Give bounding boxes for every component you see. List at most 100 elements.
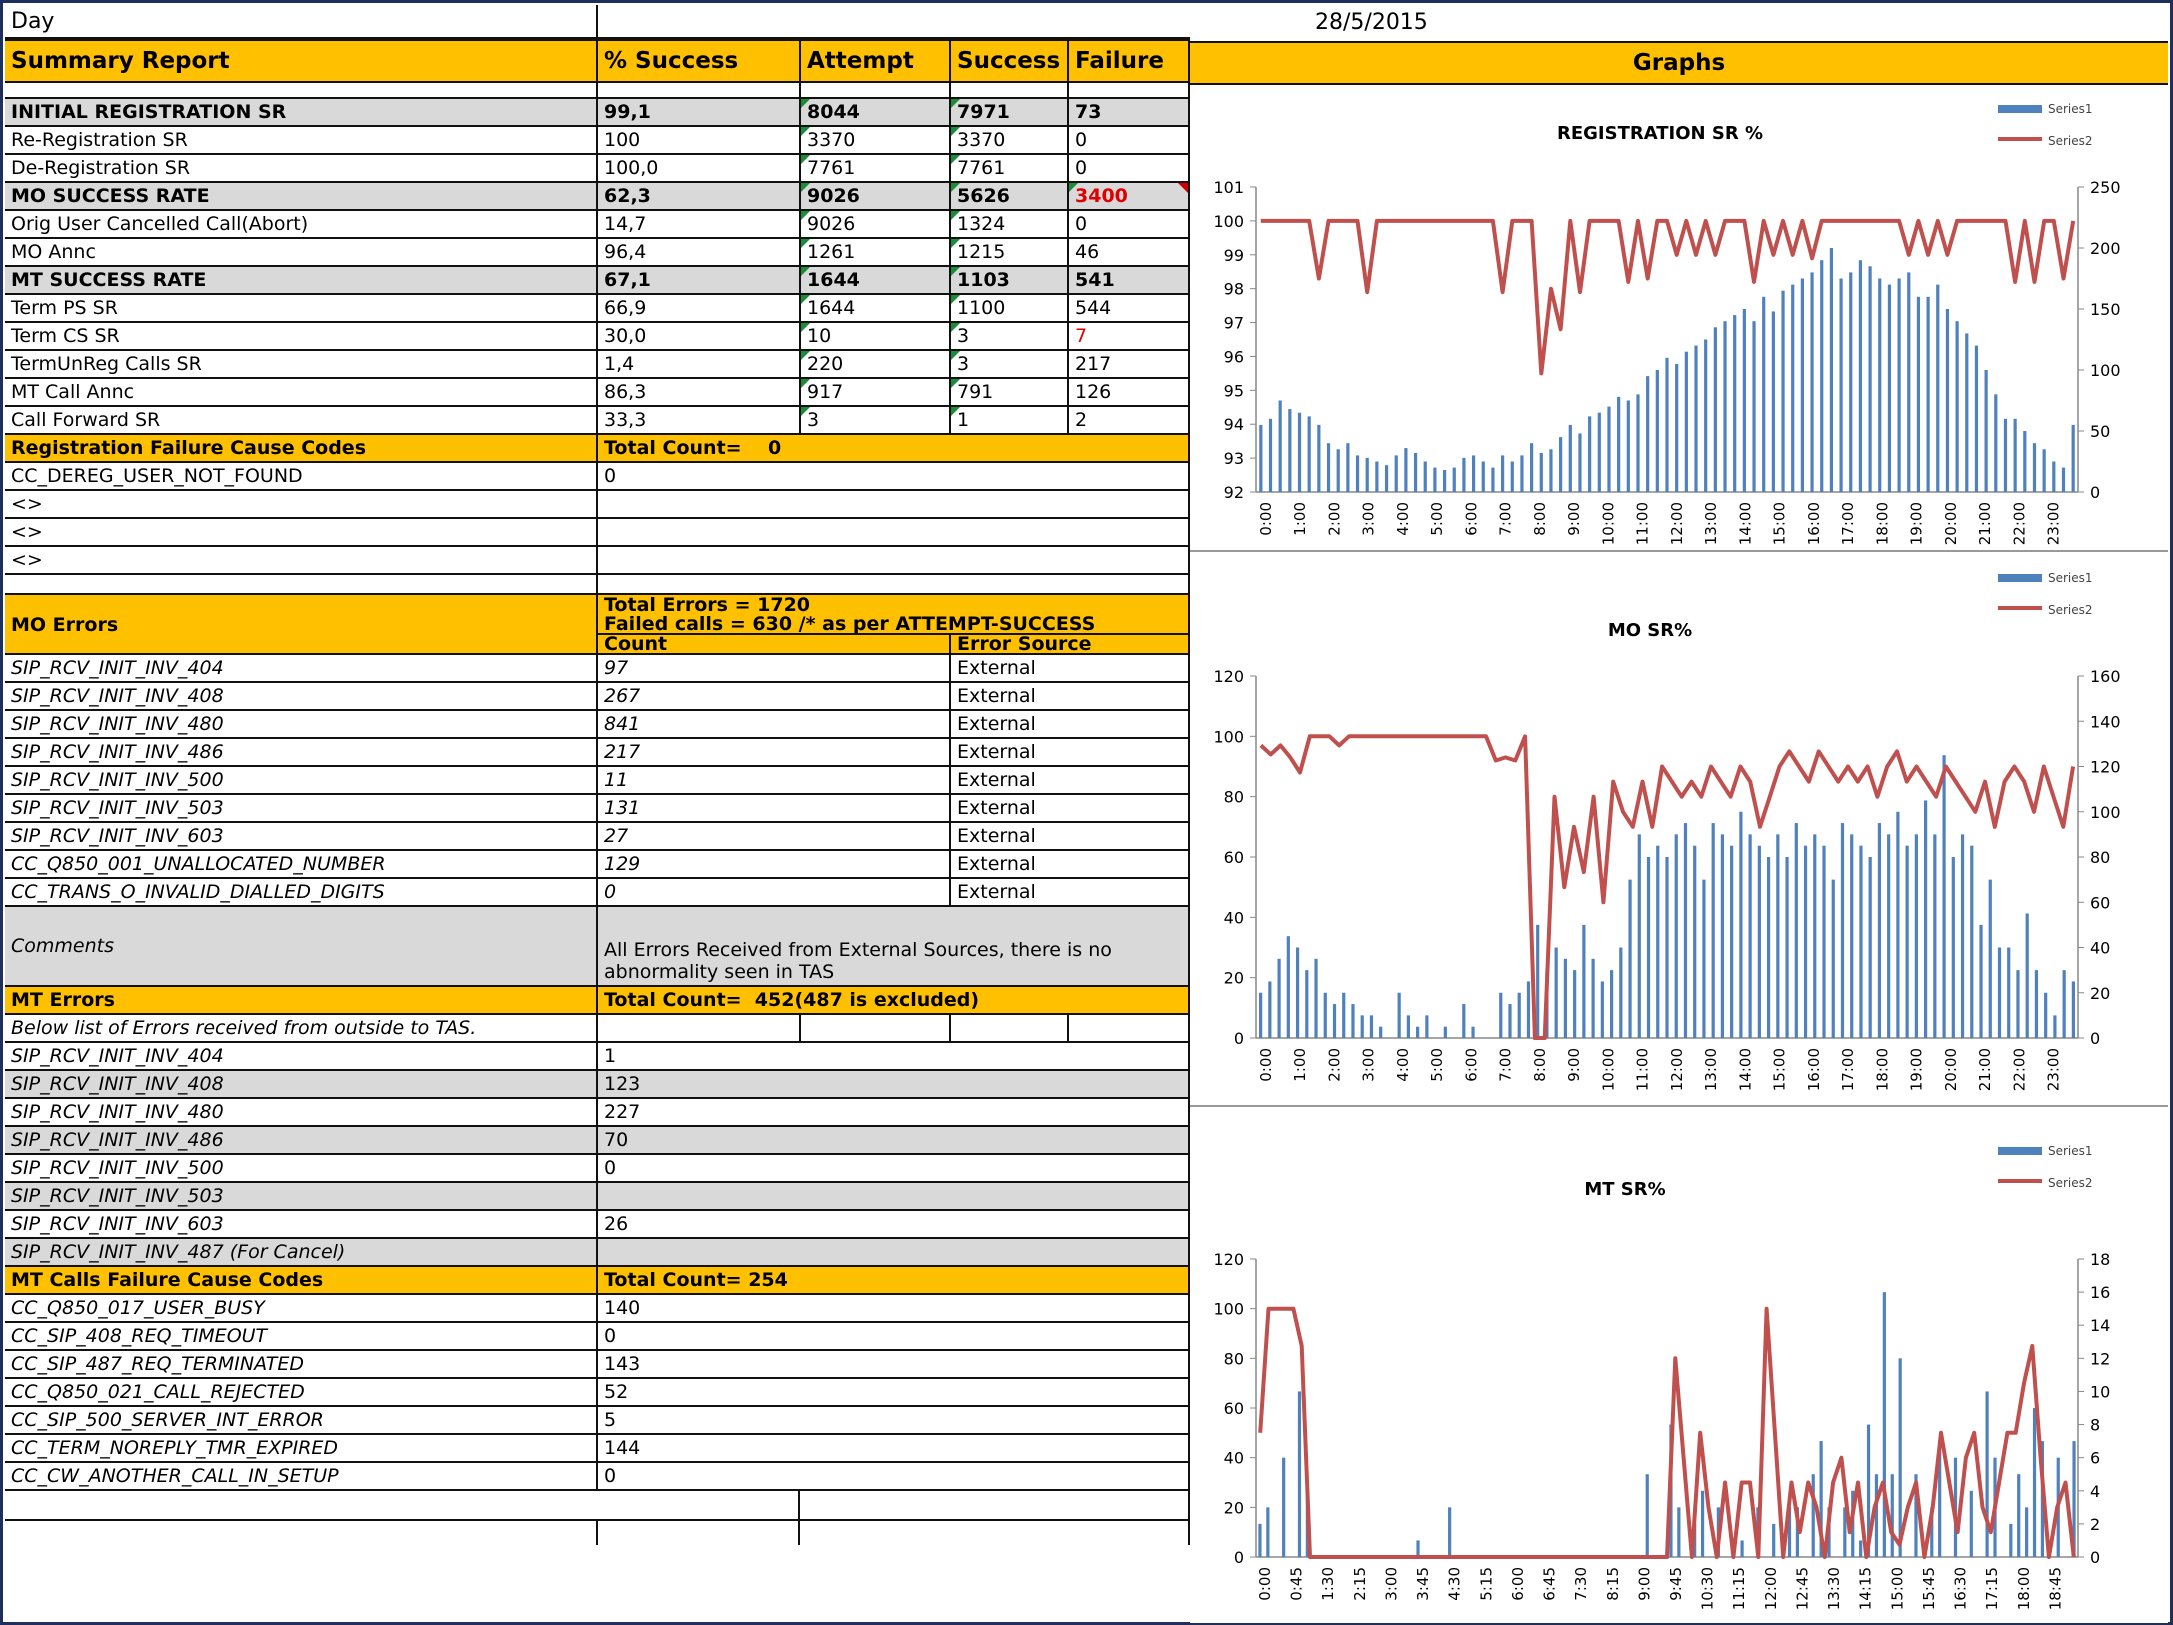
error-count[interactable]: 267 — [598, 683, 951, 709]
mt-errors-note[interactable]: Below list of Errors received from outsi… — [5, 1015, 598, 1041]
registration-chart[interactable]: REGISTRATION SR % Series1 Series2 92 93 94 95 9… — [1190, 87, 2168, 552]
success-header[interactable]: Success — [951, 41, 1069, 81]
row-name[interactable]: Re-Registration SR — [5, 127, 598, 153]
cause-value[interactable]: 143 — [598, 1351, 1190, 1377]
row-pct[interactable]: 66,9 — [598, 295, 801, 321]
row-attempt[interactable]: 10 — [801, 323, 951, 349]
cause-code[interactable]: CC_SIP_500_SERVER_INT_ERROR — [5, 1407, 598, 1433]
row-failure[interactable]: 541 — [1069, 267, 1190, 293]
row-attempt[interactable]: 3 — [801, 407, 951, 433]
error-count[interactable]: 0 — [598, 879, 951, 905]
cause-code[interactable]: <> — [5, 547, 598, 573]
summary-title[interactable]: Summary Report — [5, 41, 598, 81]
row-name[interactable]: Term PS SR — [5, 295, 598, 321]
mt-errors-total[interactable]: Total Count= 452(487 is excluded) — [598, 987, 1190, 1013]
cause-code[interactable]: CC_CW_ANOTHER_CALL_IN_SETUP — [5, 1463, 598, 1489]
cause-code[interactable]: CC_TERM_NOREPLY_TMR_EXPIRED — [5, 1435, 598, 1461]
error-code[interactable]: SIP_RCV_INIT_INV_603 — [5, 1211, 598, 1237]
error-code[interactable]: SIP_RCV_INIT_INV_503 — [5, 1183, 598, 1209]
row-pct[interactable]: 30,0 — [598, 323, 801, 349]
row-failure[interactable]: 0 — [1069, 127, 1190, 153]
error-value[interactable] — [598, 1183, 1190, 1209]
error-code[interactable]: SIP_RCV_INIT_INV_408 — [5, 683, 598, 709]
error-count[interactable]: 131 — [598, 795, 951, 821]
row-name[interactable]: Call Forward SR — [5, 407, 598, 433]
row-attempt[interactable]: 220 — [801, 351, 951, 377]
row-success[interactable]: 7761 — [951, 155, 1069, 181]
row-success[interactable]: 1324 — [951, 211, 1069, 237]
error-code[interactable]: SIP_RCV_INIT_INV_487 (For Cancel) — [5, 1239, 598, 1265]
row-success[interactable]: 3 — [951, 323, 1069, 349]
row-success[interactable]: 1103 — [951, 267, 1069, 293]
cause-value[interactable]: 0 — [598, 1323, 1190, 1349]
row-pct[interactable]: 86,3 — [598, 379, 801, 405]
row-failure[interactable]: 7 — [1069, 323, 1190, 349]
row-pct[interactable]: 100 — [598, 127, 801, 153]
error-source-header[interactable]: Error Source — [951, 635, 1190, 653]
row-name[interactable]: TermUnReg Calls SR — [5, 351, 598, 377]
error-code[interactable]: SIP_RCV_INIT_INV_408 — [5, 1071, 598, 1097]
row-name[interactable]: Orig User Cancelled Call(Abort) — [5, 211, 598, 237]
cause-value[interactable]: 144 — [598, 1435, 1190, 1461]
error-code[interactable]: SIP_RCV_INIT_INV_480 — [5, 1099, 598, 1125]
cause-value[interactable] — [598, 491, 1190, 517]
row-failure[interactable]: 544 — [1069, 295, 1190, 321]
error-source[interactable]: External — [951, 851, 1190, 877]
error-count[interactable]: 129 — [598, 851, 951, 877]
row-name[interactable]: INITIAL REGISTRATION SR — [5, 99, 598, 125]
row-pct[interactable]: 67,1 — [598, 267, 801, 293]
row-success[interactable]: 1215 — [951, 239, 1069, 265]
error-code[interactable]: SIP_RCV_INIT_INV_503 — [5, 795, 598, 821]
error-code[interactable]: SIP_RCV_INIT_INV_500 — [5, 767, 598, 793]
count-header[interactable]: Count — [598, 635, 951, 653]
error-code[interactable]: SIP_RCV_INIT_INV_404 — [5, 655, 598, 681]
cause-value[interactable]: 0 — [598, 463, 1190, 489]
mo-errors-title[interactable]: MO Errors — [5, 595, 598, 653]
error-source[interactable]: External — [951, 655, 1190, 681]
error-code[interactable]: SIP_RCV_INIT_INV_480 — [5, 711, 598, 737]
row-failure[interactable]: 46 — [1069, 239, 1190, 265]
row-success[interactable]: 3 — [951, 351, 1069, 377]
error-value[interactable]: 70 — [598, 1127, 1190, 1153]
error-count[interactable]: 841 — [598, 711, 951, 737]
row-attempt[interactable]: 1644 — [801, 295, 951, 321]
error-code[interactable]: SIP_RCV_INIT_INV_486 — [5, 739, 598, 765]
day-label[interactable]: Day — [5, 5, 598, 37]
error-code[interactable]: SIP_RCV_INIT_INV_500 — [5, 1155, 598, 1181]
row-pct[interactable]: 62,3 — [598, 183, 801, 209]
error-source[interactable]: External — [951, 739, 1190, 765]
row-success[interactable]: 3370 — [951, 127, 1069, 153]
row-pct[interactable]: 14,7 — [598, 211, 801, 237]
mo-chart[interactable]: MO SR% Series1 Series2 0 20 40 60 80 100 120 0 20 40… — [1190, 554, 2168, 1107]
row-failure[interactable]: 73 — [1069, 99, 1190, 125]
cause-code[interactable]: CC_SIP_408_REQ_TIMEOUT — [5, 1323, 598, 1349]
cause-code[interactable]: <> — [5, 519, 598, 545]
reg-fail-total[interactable]: Total Count= 0 — [598, 435, 1190, 461]
error-value[interactable]: 123 — [598, 1071, 1190, 1097]
comments-label[interactable]: Comments — [5, 907, 598, 985]
row-failure[interactable]: 126 — [1069, 379, 1190, 405]
error-source[interactable]: External — [951, 683, 1190, 709]
row-attempt[interactable]: 1261 — [801, 239, 951, 265]
row-failure[interactable]: 217 — [1069, 351, 1190, 377]
error-source[interactable]: External — [951, 767, 1190, 793]
cause-code[interactable]: CC_SIP_487_REQ_TERMINATED — [5, 1351, 598, 1377]
row-failure[interactable]: 0 — [1069, 211, 1190, 237]
report-date[interactable]: 28/5/2015 — [1190, 5, 2168, 39]
error-value[interactable] — [598, 1239, 1190, 1265]
row-attempt[interactable]: 8044 — [801, 99, 951, 125]
cause-value[interactable] — [598, 547, 1190, 573]
error-source[interactable]: External — [951, 711, 1190, 737]
row-failure[interactable]: 2 — [1069, 407, 1190, 433]
mo-total-errors[interactable]: Total Errors = 1720 — [598, 595, 1190, 615]
row-name[interactable]: Term CS SR — [5, 323, 598, 349]
row-attempt[interactable]: 1644 — [801, 267, 951, 293]
row-pct[interactable]: 100,0 — [598, 155, 801, 181]
error-code[interactable]: SIP_RCV_INIT_INV_603 — [5, 823, 598, 849]
row-pct[interactable]: 96,4 — [598, 239, 801, 265]
error-code[interactable]: CC_Q850_001_UNALLOCATED_NUMBER — [5, 851, 598, 877]
error-count[interactable]: 97 — [598, 655, 951, 681]
row-success[interactable]: 1 — [951, 407, 1069, 433]
mt-fail-total[interactable]: Total Count= 254 — [598, 1267, 1190, 1293]
error-count[interactable]: 27 — [598, 823, 951, 849]
